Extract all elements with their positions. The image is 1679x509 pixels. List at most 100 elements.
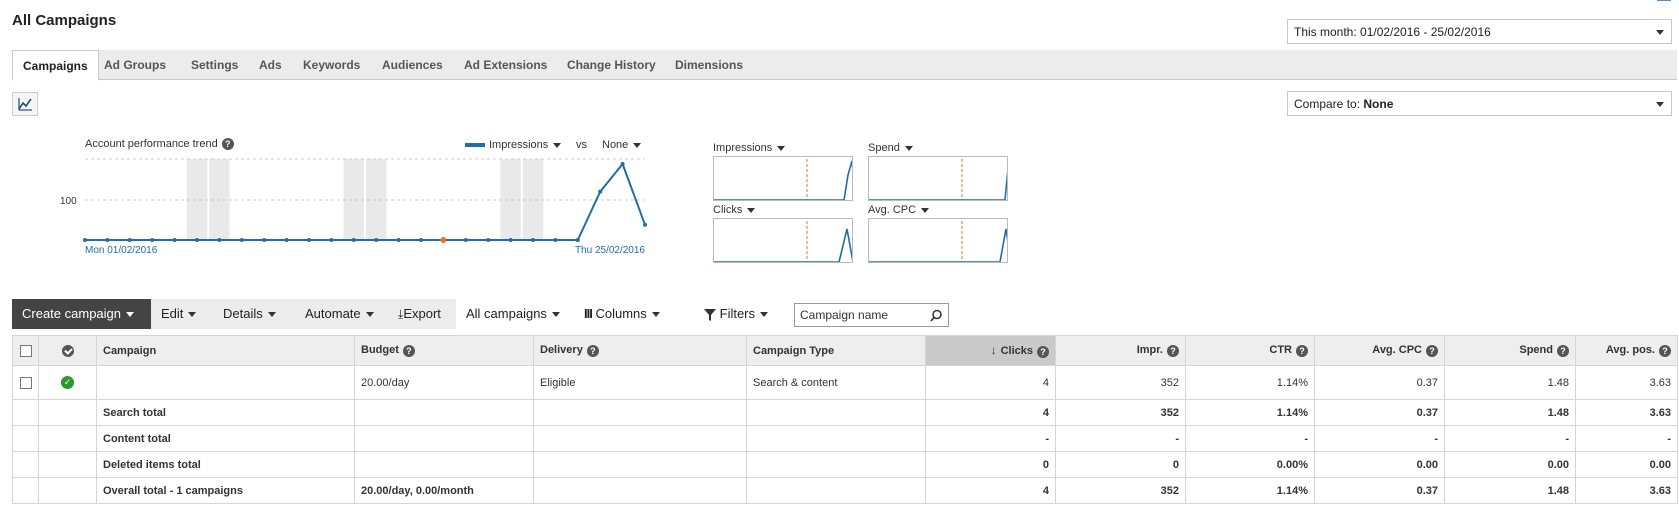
tab-ad-groups[interactable]: Ad Groups (104, 50, 166, 80)
header-campaign[interactable]: Campaign (96, 335, 355, 366)
tab-audiences[interactable]: Audiences (382, 50, 443, 80)
details-button[interactable]: Details (211, 299, 292, 329)
header-campaign-type[interactable]: Campaign Type (746, 335, 926, 366)
data-point[interactable] (150, 238, 155, 242)
data-point[interactable] (396, 238, 401, 242)
chevron-down-icon (267, 312, 276, 318)
weekend-band (343, 159, 364, 240)
header-avg-cpc-label: Avg. CPC (1372, 344, 1422, 357)
compare-to-select[interactable]: Compare to: None (1287, 91, 1672, 116)
impressions-series-line (85, 162, 646, 241)
data-point[interactable] (531, 238, 535, 242)
data-point[interactable] (329, 238, 334, 242)
help-icon[interactable]: ? (1426, 344, 1438, 357)
help-icon[interactable]: ? (1659, 344, 1671, 357)
data-point[interactable] (463, 238, 468, 242)
help-icon[interactable]: ? (402, 344, 415, 357)
mini-chart-impressions (713, 156, 853, 201)
data-point[interactable] (351, 238, 356, 242)
filters-button[interactable]: Filters (690, 299, 786, 329)
data-point[interactable] (217, 238, 222, 242)
data-point[interactable] (419, 238, 423, 242)
row-checkbox[interactable] (19, 376, 32, 389)
date-range-select[interactable]: This month: 01/02/2016 - 25/02/2016 (1287, 19, 1672, 44)
total-spacer (533, 425, 747, 452)
data-point[interactable] (262, 238, 267, 242)
chevron-down-icon (921, 207, 930, 213)
mini-spend-select[interactable]: Spend (868, 142, 913, 154)
cell-ctr: 1.14% (1185, 365, 1315, 400)
automate-button[interactable]: Automate (292, 299, 384, 329)
header-budget[interactable]: Budget? (354, 335, 534, 366)
help-icon[interactable]: ? (1557, 344, 1569, 357)
tab-keywords[interactable]: Keywords (303, 50, 360, 80)
total-spend: 1.48 (1444, 399, 1576, 426)
data-point[interactable] (508, 238, 513, 242)
data-point[interactable] (172, 238, 177, 242)
create-campaign-label: Create campaign (22, 306, 121, 321)
tab-settings[interactable]: Settings (191, 50, 238, 80)
cell-budget[interactable]: 20.00/day (354, 365, 534, 400)
data-point[interactable] (83, 238, 87, 242)
chevron-down-icon (1656, 30, 1664, 35)
export-button[interactable]: ⤓Export (384, 299, 456, 329)
help-icon[interactable]: ? (1296, 344, 1308, 357)
check-circle-icon (61, 344, 74, 357)
status-enabled-icon[interactable]: ✓ (61, 376, 74, 389)
header-budget-label: Budget (361, 344, 399, 357)
tab-campaigns[interactable]: Campaigns (12, 50, 99, 81)
help-icon[interactable]: ? (1167, 344, 1179, 357)
data-point[interactable] (598, 189, 603, 194)
mini-avg-cpc-select[interactable]: Avg. CPC (868, 204, 930, 216)
data-point[interactable] (575, 238, 580, 242)
data-point[interactable] (239, 238, 244, 242)
data-point-today[interactable] (440, 237, 447, 243)
edit-button[interactable]: Edit (151, 299, 211, 329)
header-ctr-label: CTR (1269, 344, 1292, 357)
data-point[interactable] (374, 238, 379, 242)
create-campaign-button[interactable]: Create campaign (12, 299, 151, 329)
help-icon[interactable]: ? (1037, 345, 1049, 358)
total-spend: - (1444, 425, 1576, 452)
data-point[interactable] (620, 162, 625, 166)
data-point[interactable] (127, 238, 132, 242)
header-impr[interactable]: Impr.? (1055, 335, 1186, 366)
all-campaigns-select[interactable]: All campaigns (456, 299, 572, 329)
header-spend[interactable]: Spend? (1444, 335, 1576, 366)
chevron-down-icon (633, 142, 642, 148)
data-point[interactable] (284, 238, 289, 242)
columns-button[interactable]: III Columns (572, 299, 672, 329)
chart-icon (18, 98, 32, 111)
data-point[interactable] (643, 222, 647, 227)
mini-series-line (714, 228, 852, 262)
select-all-checkbox[interactable] (19, 344, 32, 357)
header-avg-pos[interactable]: Avg. pos.? (1575, 335, 1678, 366)
legend-swatch (465, 143, 485, 148)
data-point[interactable] (307, 238, 311, 242)
data-point[interactable] (486, 238, 491, 242)
mini-impressions-select[interactable]: Impressions (713, 142, 786, 154)
edit-label: Edit (161, 306, 184, 321)
cell-campaign[interactable] (96, 365, 355, 400)
header-avg-cpc[interactable]: Avg. CPC? (1314, 335, 1445, 366)
mini-series-line (714, 160, 852, 200)
help-icon[interactable]: ? (586, 344, 599, 357)
total-spacer (533, 477, 747, 504)
data-point[interactable] (553, 238, 558, 242)
total-spend: 0.00 (1444, 451, 1576, 478)
tab-change-history[interactable]: Change History (567, 50, 656, 80)
search-icon[interactable] (930, 309, 943, 322)
tab-dimensions[interactable]: Dimensions (675, 50, 743, 80)
sort-down-icon: ↓ (990, 343, 997, 358)
mini-clicks-select[interactable]: Clicks (713, 204, 756, 216)
data-point[interactable] (195, 238, 199, 242)
tab-ads[interactable]: Ads (259, 50, 282, 80)
tab-ad-extensions[interactable]: Ad Extensions (464, 50, 547, 80)
help-icon[interactable]: ? (221, 138, 234, 151)
chart-toggle-button[interactable] (12, 92, 38, 116)
header-ctr[interactable]: CTR? (1185, 335, 1315, 366)
data-point[interactable] (105, 238, 110, 242)
header-delivery[interactable]: Delivery? (533, 335, 747, 366)
campaign-search-input[interactable]: Campaign name (794, 303, 949, 327)
header-clicks[interactable]: ↓ Clicks? (925, 335, 1056, 366)
